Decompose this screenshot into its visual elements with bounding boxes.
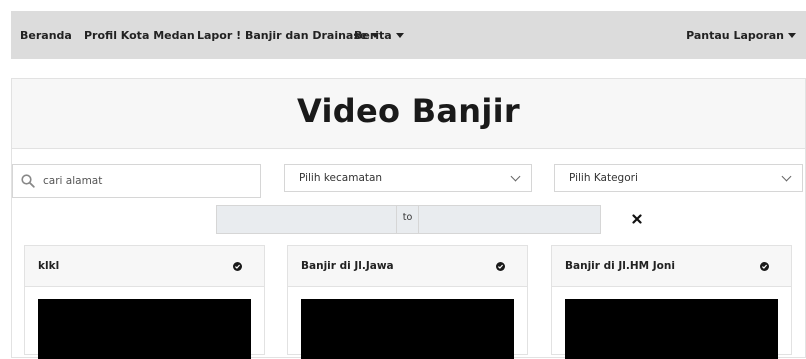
kategori-select-value: Pilih Kategori xyxy=(569,172,638,184)
video-card-header: Banjir di Jl.Jawa xyxy=(288,246,527,287)
page-title: Video Banjir xyxy=(297,92,520,130)
search-box xyxy=(12,164,261,198)
video-title: Banjir di Jl.Jawa xyxy=(301,260,394,272)
nav-profil-label: Profil Kota Medan xyxy=(84,28,195,42)
video-player[interactable] xyxy=(565,299,778,359)
nav-beranda[interactable]: Beranda xyxy=(20,29,72,42)
caret-down-icon xyxy=(788,32,796,38)
kecamatan-select[interactable]: Pilih kecamatan xyxy=(284,164,532,192)
video-title: klkl xyxy=(38,260,60,272)
kecamatan-select-value: Pilih kecamatan xyxy=(299,172,383,184)
video-player[interactable] xyxy=(301,299,514,359)
nav-berita-label: Berita xyxy=(354,28,392,42)
nav-pantau-label: Pantau Laporan xyxy=(686,28,784,42)
video-card: Banjir di Jl.HM Joni xyxy=(551,245,792,359)
chevron-down-icon xyxy=(510,171,521,181)
video-card-header: klkl xyxy=(25,246,264,287)
nav-lapor-dropdown[interactable]: Lapor ! Banjir dan Drainase xyxy=(197,28,380,42)
verified-check-icon xyxy=(496,261,505,271)
verified-check-icon xyxy=(760,261,769,271)
nav-profil-kota-medan[interactable]: Profil Kota Medan xyxy=(84,29,195,42)
nav-berita-dropdown[interactable]: Berita xyxy=(354,29,404,42)
video-card: Banjir di Jl.Jawa xyxy=(287,245,528,359)
verified-check-icon xyxy=(233,261,242,271)
clear-date-button[interactable] xyxy=(620,204,654,234)
search-address-input[interactable] xyxy=(43,175,253,187)
nav-beranda-label: Beranda xyxy=(20,28,72,42)
nav-lapor-label: Lapor ! Banjir dan Drainase xyxy=(197,28,368,42)
nav-pantau-laporan-dropdown[interactable]: Pantau Laporan xyxy=(686,29,796,42)
video-card: klkl xyxy=(24,245,265,359)
chevron-down-icon xyxy=(781,171,792,181)
video-player[interactable] xyxy=(38,299,251,359)
date-from-input[interactable] xyxy=(216,205,397,234)
kategori-select[interactable]: Pilih Kategori xyxy=(554,164,803,192)
search-icon xyxy=(13,165,43,197)
date-range-separator: to xyxy=(397,205,418,234)
video-card-header: Banjir di Jl.HM Joni xyxy=(552,246,791,287)
video-title: Banjir di Jl.HM Joni xyxy=(565,260,675,272)
top-navbar: Beranda Profil Kota Medan Lapor ! Banjir… xyxy=(11,11,806,59)
card-header: Video Banjir xyxy=(12,79,805,149)
close-icon xyxy=(632,214,642,224)
date-to-input[interactable] xyxy=(418,205,601,234)
caret-down-icon xyxy=(395,32,404,38)
